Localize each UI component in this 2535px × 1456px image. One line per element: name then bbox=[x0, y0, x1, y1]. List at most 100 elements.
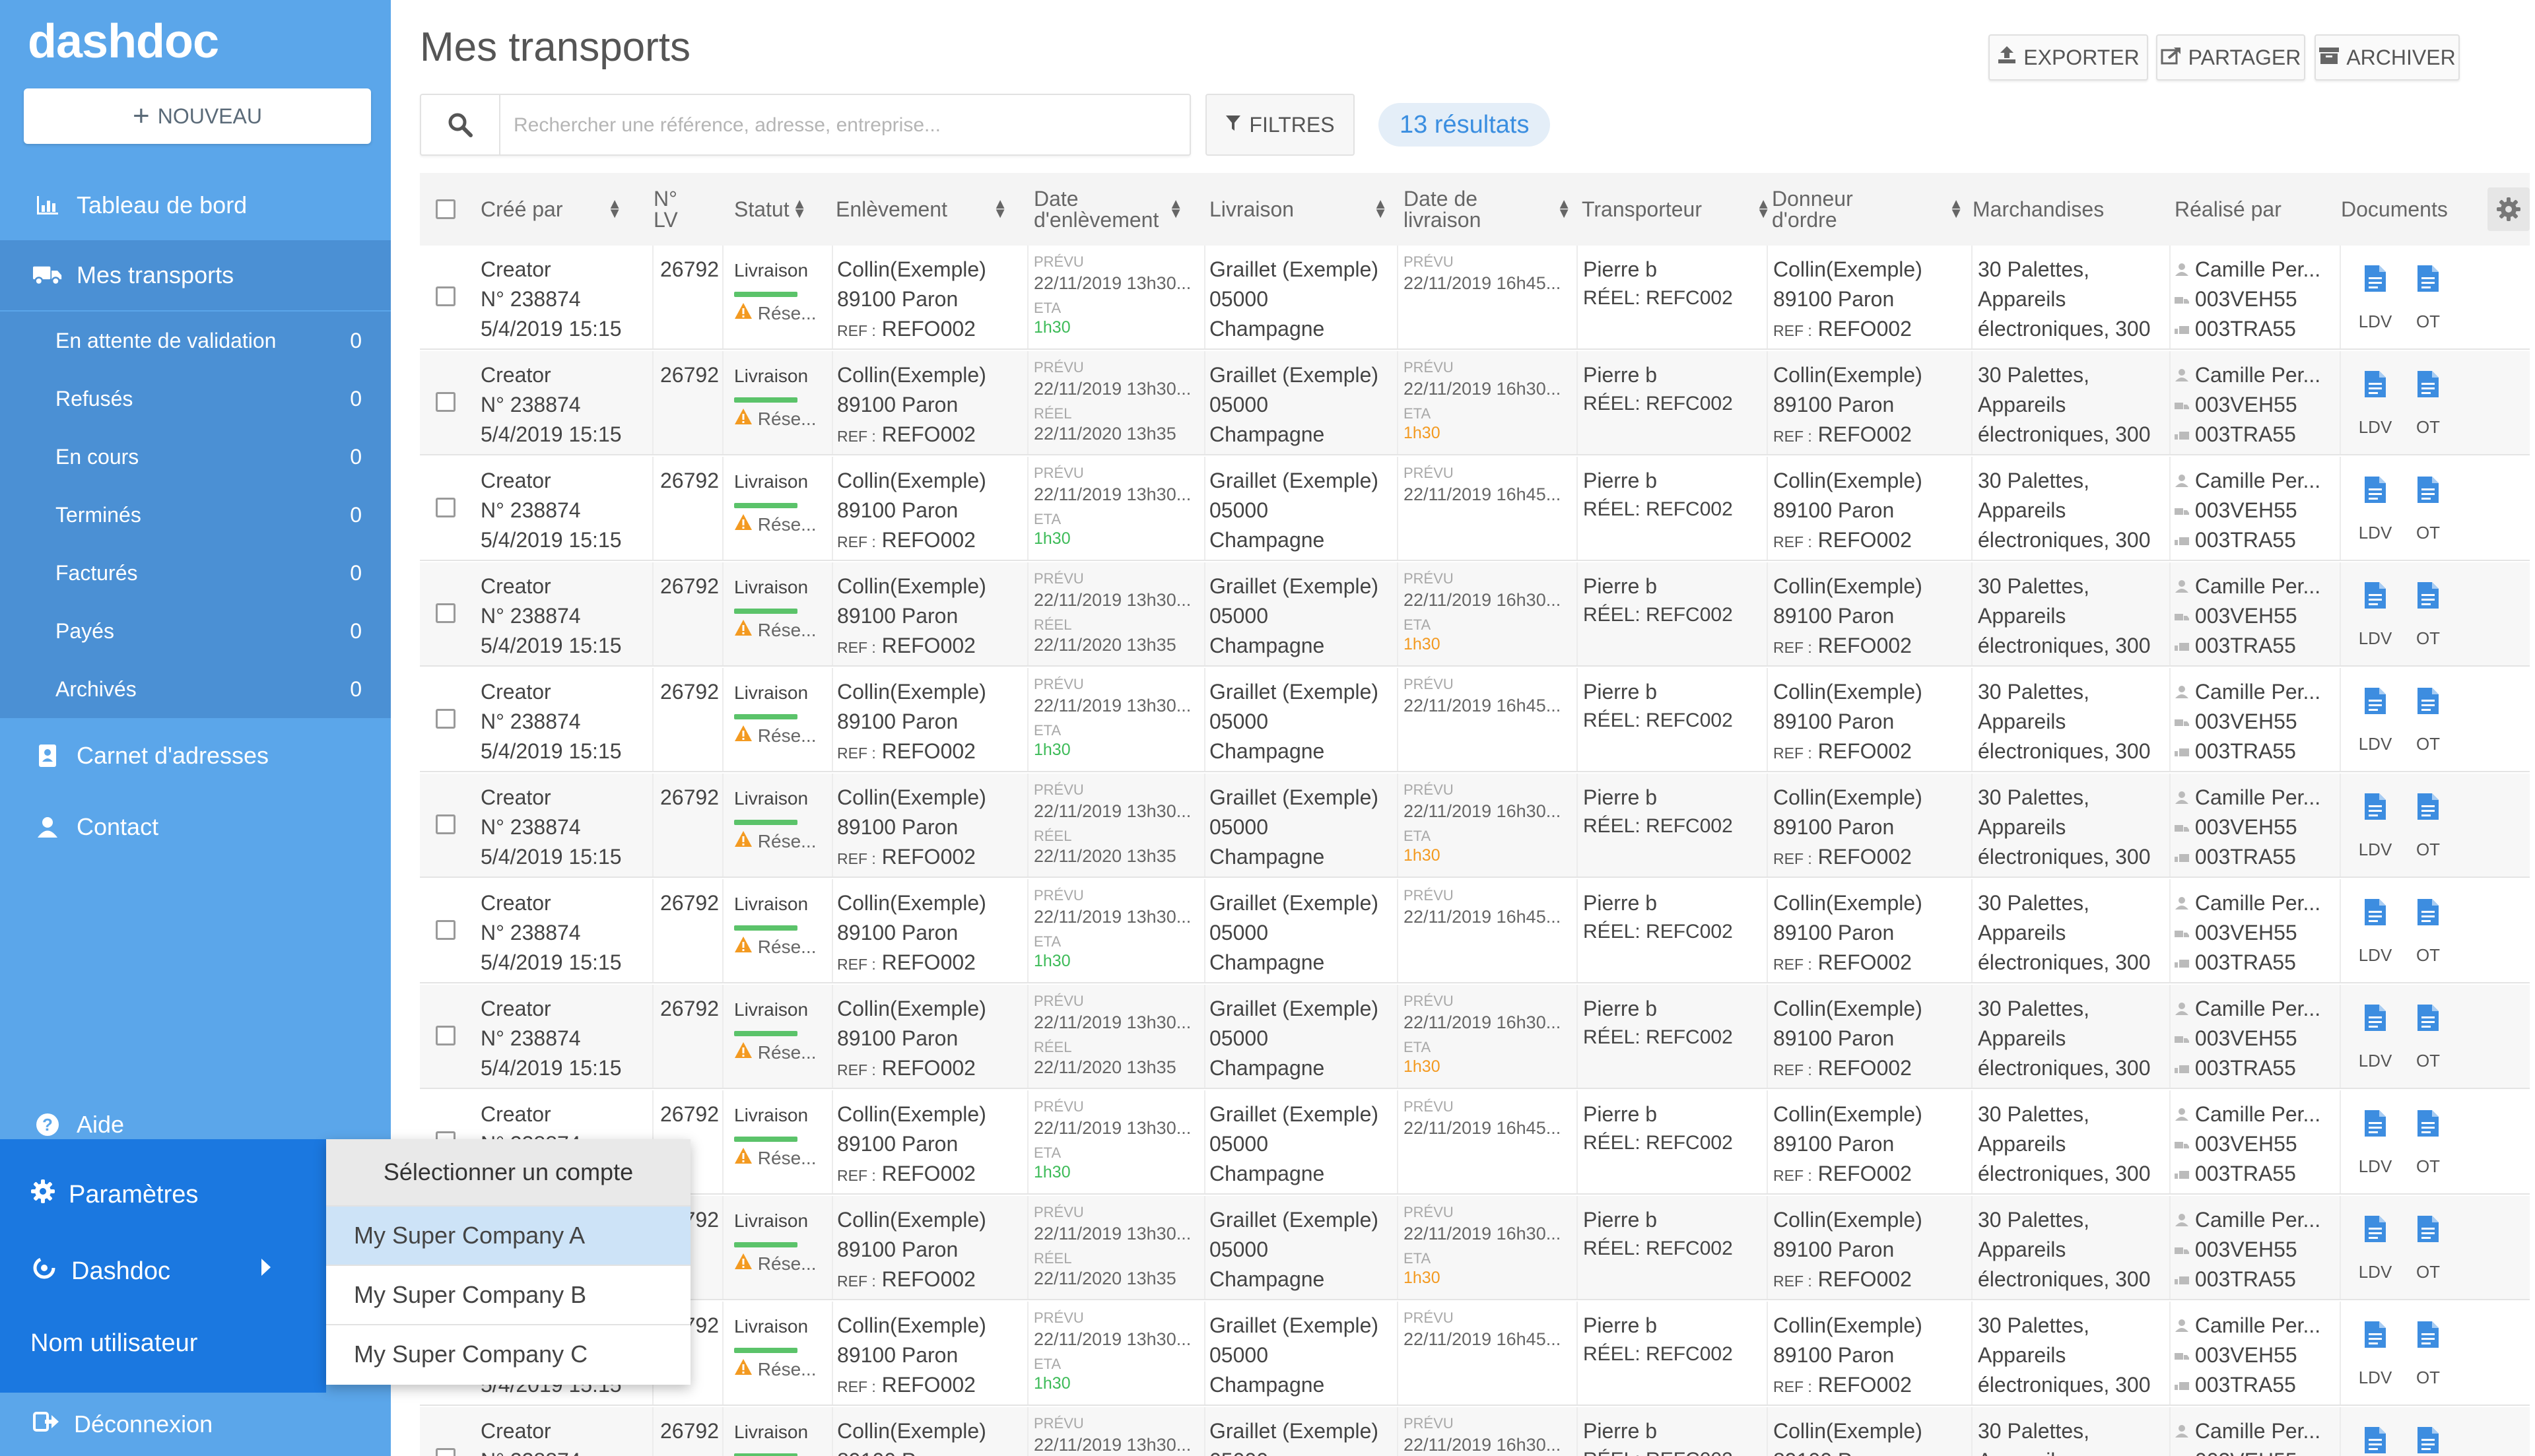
logout-button[interactable]: Déconnexion bbox=[0, 1393, 391, 1456]
filters-button[interactable]: FILTRES bbox=[1205, 94, 1355, 156]
document-icon[interactable] bbox=[2355, 370, 2395, 404]
table-row[interactable]: Creator N° 238874 5/4/2019 15:15 26792 L… bbox=[420, 457, 2530, 561]
search-input[interactable] bbox=[512, 108, 1172, 143]
select-all-checkbox[interactable] bbox=[436, 173, 456, 246]
status-sub-label: Rése... bbox=[757, 409, 817, 429]
settings-button[interactable]: Paramètres bbox=[30, 1179, 198, 1210]
table-row[interactable]: Creator N° 238874 5/4/2019 15:15 26792 L… bbox=[420, 985, 2530, 1089]
table-settings-gear-icon[interactable] bbox=[2487, 187, 2530, 231]
document-icon[interactable] bbox=[2408, 581, 2448, 615]
row-checkbox[interactable] bbox=[436, 814, 456, 834]
column-header-shipper[interactable]: Donneur d'ordre ▲ ▼ bbox=[1772, 173, 1970, 246]
row-checkbox[interactable] bbox=[436, 709, 456, 729]
row-checkbox[interactable] bbox=[436, 1448, 456, 1456]
column-header-goods[interactable]: Marchandises bbox=[1973, 173, 2104, 246]
sidebar-item-contact[interactable]: Contact bbox=[0, 792, 391, 862]
column-header-lv[interactable]: N° LV bbox=[654, 173, 700, 246]
app-logo[interactable]: dashdoc bbox=[28, 15, 219, 69]
new-transport-button[interactable]: + NOUVEAU bbox=[24, 88, 371, 144]
document-icon[interactable] bbox=[2408, 792, 2448, 826]
row-checkbox[interactable] bbox=[436, 286, 456, 306]
row-checkbox[interactable] bbox=[436, 1026, 456, 1045]
export-button[interactable]: EXPORTER bbox=[1988, 34, 2148, 81]
document-icon[interactable] bbox=[2408, 898, 2448, 932]
column-header-done-by[interactable]: Réalisé par bbox=[2175, 173, 2282, 246]
sidebar-subitem-refused[interactable]: Refusés 0 bbox=[0, 370, 391, 428]
document-icon[interactable] bbox=[2355, 792, 2395, 826]
account-option-b[interactable]: My Super Company B bbox=[326, 1265, 691, 1324]
column-header-created-by[interactable]: Créé par ▲ ▼ bbox=[481, 173, 628, 246]
sort-icon[interactable]: ▲ ▼ bbox=[1373, 197, 1388, 220]
sidebar-subitem-invoiced[interactable]: Facturés 0 bbox=[0, 544, 391, 602]
document-icon[interactable] bbox=[2355, 1214, 2395, 1249]
document-icon[interactable] bbox=[2355, 686, 2395, 721]
document-icon[interactable] bbox=[2408, 370, 2448, 404]
table-row[interactable]: Creator N° 238874 5/4/2019 15:15 26792 L… bbox=[420, 1407, 2530, 1456]
document-icon[interactable] bbox=[2408, 1426, 2448, 1456]
sidebar-subitem-paid[interactable]: Payés 0 bbox=[0, 602, 391, 660]
document-icon[interactable] bbox=[2408, 475, 2448, 510]
sidebar-item-transports[interactable]: Mes transports bbox=[0, 240, 391, 310]
sort-icon[interactable]: ▲ ▼ bbox=[607, 197, 622, 220]
row-checkbox[interactable] bbox=[436, 603, 456, 623]
sort-icon[interactable]: ▲ ▼ bbox=[792, 197, 807, 220]
document-icon[interactable] bbox=[2355, 581, 2395, 615]
table-row[interactable]: Creator N° 238874 5/4/2019 15:15 26792 L… bbox=[420, 246, 2530, 350]
main-content: Mes transports EXPORTER PARTAGER ARCHIVE… bbox=[391, 0, 2535, 1456]
document-icon[interactable] bbox=[2355, 1426, 2395, 1456]
column-header-delivery[interactable]: Livraison ▲ ▼ bbox=[1209, 173, 1394, 246]
table-row[interactable]: Creator N° 238874 5/4/2019 15:15 26792 L… bbox=[420, 1302, 2530, 1406]
document-icon[interactable] bbox=[2408, 1003, 2448, 1038]
driver: Camille Per... bbox=[2175, 1208, 2320, 1232]
column-header-pickup-date[interactable]: Date d'enlèvement ▲ ▼ bbox=[1034, 173, 1190, 246]
column-header-status[interactable]: Statut ▲ ▼ bbox=[734, 173, 807, 246]
table-row[interactable]: Creator N° 238874 5/4/2019 15:15 26792 L… bbox=[420, 351, 2530, 455]
real-label: RÉEL bbox=[1034, 616, 1072, 633]
username[interactable]: Nom utilisateur bbox=[30, 1329, 197, 1358]
sort-icon[interactable]: ▲ ▼ bbox=[993, 197, 1007, 220]
delivery-cell: Graillet (Exemple) 05000 Champagne bbox=[1209, 1302, 1401, 1405]
document-icon[interactable] bbox=[2355, 1109, 2395, 1143]
row-checkbox[interactable] bbox=[436, 392, 456, 412]
account-option-c[interactable]: My Super Company C bbox=[326, 1324, 691, 1383]
table-row[interactable]: Creator N° 238874 5/4/2019 15:15 26792 L… bbox=[420, 668, 2530, 772]
row-checkbox[interactable] bbox=[436, 920, 456, 940]
column-header-delivery-date[interactable]: Date de livraison ▲ ▼ bbox=[1403, 173, 1578, 246]
document-icon[interactable] bbox=[2408, 1214, 2448, 1249]
document-icon[interactable] bbox=[2408, 1320, 2448, 1354]
sort-icon[interactable]: ▲ ▼ bbox=[1557, 197, 1571, 220]
sidebar-subitem-archived[interactable]: Archivés 0 bbox=[0, 660, 391, 718]
document-icon[interactable] bbox=[2408, 686, 2448, 721]
sidebar-subitem-pending[interactable]: En attente de validation 0 bbox=[0, 312, 391, 370]
sort-icon[interactable]: ▲ ▼ bbox=[1756, 197, 1771, 220]
sort-icon[interactable]: ▲ ▼ bbox=[1949, 197, 1963, 220]
table-row[interactable]: Creator N° 238874 5/4/2019 15:15 26792 L… bbox=[420, 774, 2530, 878]
share-button[interactable]: PARTAGER bbox=[2156, 34, 2305, 81]
table-row[interactable]: Creator N° 238874 5/4/2019 15:15 26792 L… bbox=[420, 1090, 2530, 1195]
sort-icon[interactable]: ▲ ▼ bbox=[1168, 197, 1183, 220]
table-row[interactable]: Creator N° 238874 5/4/2019 15:15 26792 L… bbox=[420, 1196, 2530, 1300]
sidebar-item-dashboard[interactable]: Tableau de bord bbox=[0, 170, 391, 240]
account-option-a[interactable]: My Super Company A bbox=[326, 1205, 691, 1265]
sidebar-item-addresses[interactable]: Carnet d'adresses bbox=[0, 721, 391, 791]
archive-button[interactable]: ARCHIVER bbox=[2315, 34, 2460, 81]
column-header-pickup[interactable]: Enlèvement ▲ ▼ bbox=[836, 173, 1014, 246]
row-checkbox[interactable] bbox=[436, 498, 456, 517]
company-switcher[interactable]: Dashdoc bbox=[30, 1254, 281, 1288]
document-icon[interactable] bbox=[2355, 898, 2395, 932]
column-header-carrier[interactable]: Transporteur ▲ ▼ bbox=[1582, 173, 1777, 246]
trailer-icon bbox=[2175, 1056, 2189, 1080]
document-icon[interactable] bbox=[2408, 264, 2448, 298]
document-icon[interactable] bbox=[2355, 1320, 2395, 1354]
table-row[interactable]: Creator N° 238874 5/4/2019 15:15 26792 L… bbox=[420, 562, 2530, 667]
sidebar-subitem-done[interactable]: Terminés 0 bbox=[0, 486, 391, 544]
table-row[interactable]: Creator N° 238874 5/4/2019 15:15 26792 L… bbox=[420, 879, 2530, 983]
document-icon[interactable] bbox=[2355, 1003, 2395, 1038]
search-icon[interactable] bbox=[421, 95, 500, 154]
eta-value: 1h30 bbox=[1034, 1374, 1071, 1393]
warning-icon bbox=[734, 1148, 753, 1168]
document-icon[interactable] bbox=[2355, 475, 2395, 510]
sidebar-subitem-ongoing[interactable]: En cours 0 bbox=[0, 428, 391, 486]
document-icon[interactable] bbox=[2355, 264, 2395, 298]
document-icon[interactable] bbox=[2408, 1109, 2448, 1143]
